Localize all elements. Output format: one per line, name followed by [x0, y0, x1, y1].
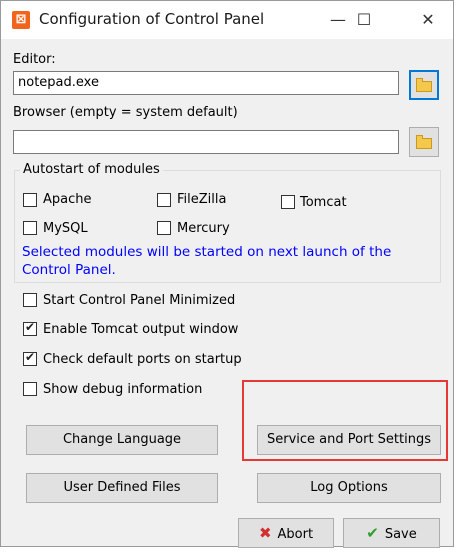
abort-icon: ✖ — [258, 524, 272, 542]
checkbox-filezilla[interactable] — [157, 193, 171, 207]
checkbox-debug-info[interactable] — [23, 382, 37, 396]
checkbox-mysql-label: MySQL — [43, 221, 88, 236]
folder-icon — [416, 135, 432, 149]
checkbox-mysql[interactable] — [23, 221, 37, 235]
checkbox-start-minimized[interactable] — [23, 293, 37, 307]
checkbox-tomcat-output[interactable]: ✔ — [23, 320, 37, 336]
abort-button[interactable]: ✖ Abort — [238, 518, 334, 548]
config-window: ⊠ Configuration of Control Panel — ☐ ✕ E… — [0, 0, 454, 548]
checkbox-mercury-label: Mercury — [177, 221, 230, 236]
title-bar[interactable]: ⊠ Configuration of Control Panel — ☐ ✕ — [1, 1, 453, 39]
check-mark-icon: ✔ — [25, 350, 36, 364]
highlight-box — [242, 380, 448, 461]
folder-icon — [416, 78, 432, 92]
checkbox-mercury[interactable] — [157, 221, 171, 235]
autostart-note: Selected modules will be started on next… — [22, 244, 392, 278]
save-button[interactable]: ✔ Save — [343, 518, 440, 548]
checkbox-apache-label: Apache — [43, 192, 92, 207]
checkbox-tomcat-label: Tomcat — [300, 195, 347, 210]
checkbox-tomcat-output-label: Enable Tomcat output window — [43, 322, 239, 337]
checkbox-check-ports-label: Check default ports on startup — [43, 352, 242, 367]
save-check-icon: ✔ — [366, 524, 379, 542]
window-title: Configuration of Control Panel — [39, 10, 265, 28]
autostart-group-title: Autostart of modules — [20, 162, 163, 177]
browser-browse-button[interactable] — [409, 127, 439, 157]
log-options-button[interactable]: Log Options — [257, 473, 441, 503]
maximize-button[interactable]: ☐ — [341, 1, 387, 39]
user-defined-files-button[interactable]: User Defined Files — [26, 473, 218, 503]
checkbox-filezilla-label: FileZilla — [177, 192, 227, 207]
checkbox-tomcat[interactable] — [281, 195, 295, 209]
editor-browse-button[interactable] — [409, 70, 439, 100]
checkbox-start-minimized-label: Start Control Panel Minimized — [43, 293, 236, 308]
checkbox-debug-info-label: Show debug information — [43, 382, 203, 397]
check-mark-icon: ✔ — [25, 320, 36, 334]
editor-label: Editor: — [13, 52, 56, 67]
save-button-label: Save — [384, 527, 417, 542]
browser-field[interactable] — [13, 130, 399, 154]
abort-button-label: Abort — [277, 527, 314, 542]
browser-label: Browser (empty = system default) — [13, 105, 238, 120]
close-button[interactable]: ✕ — [405, 1, 451, 39]
editor-field[interactable]: notepad.exe — [13, 71, 399, 95]
change-language-button[interactable]: Change Language — [26, 425, 218, 455]
checkbox-apache[interactable] — [23, 193, 37, 207]
xampp-app-icon: ⊠ — [12, 11, 30, 29]
checkbox-check-ports[interactable]: ✔ — [23, 350, 37, 366]
